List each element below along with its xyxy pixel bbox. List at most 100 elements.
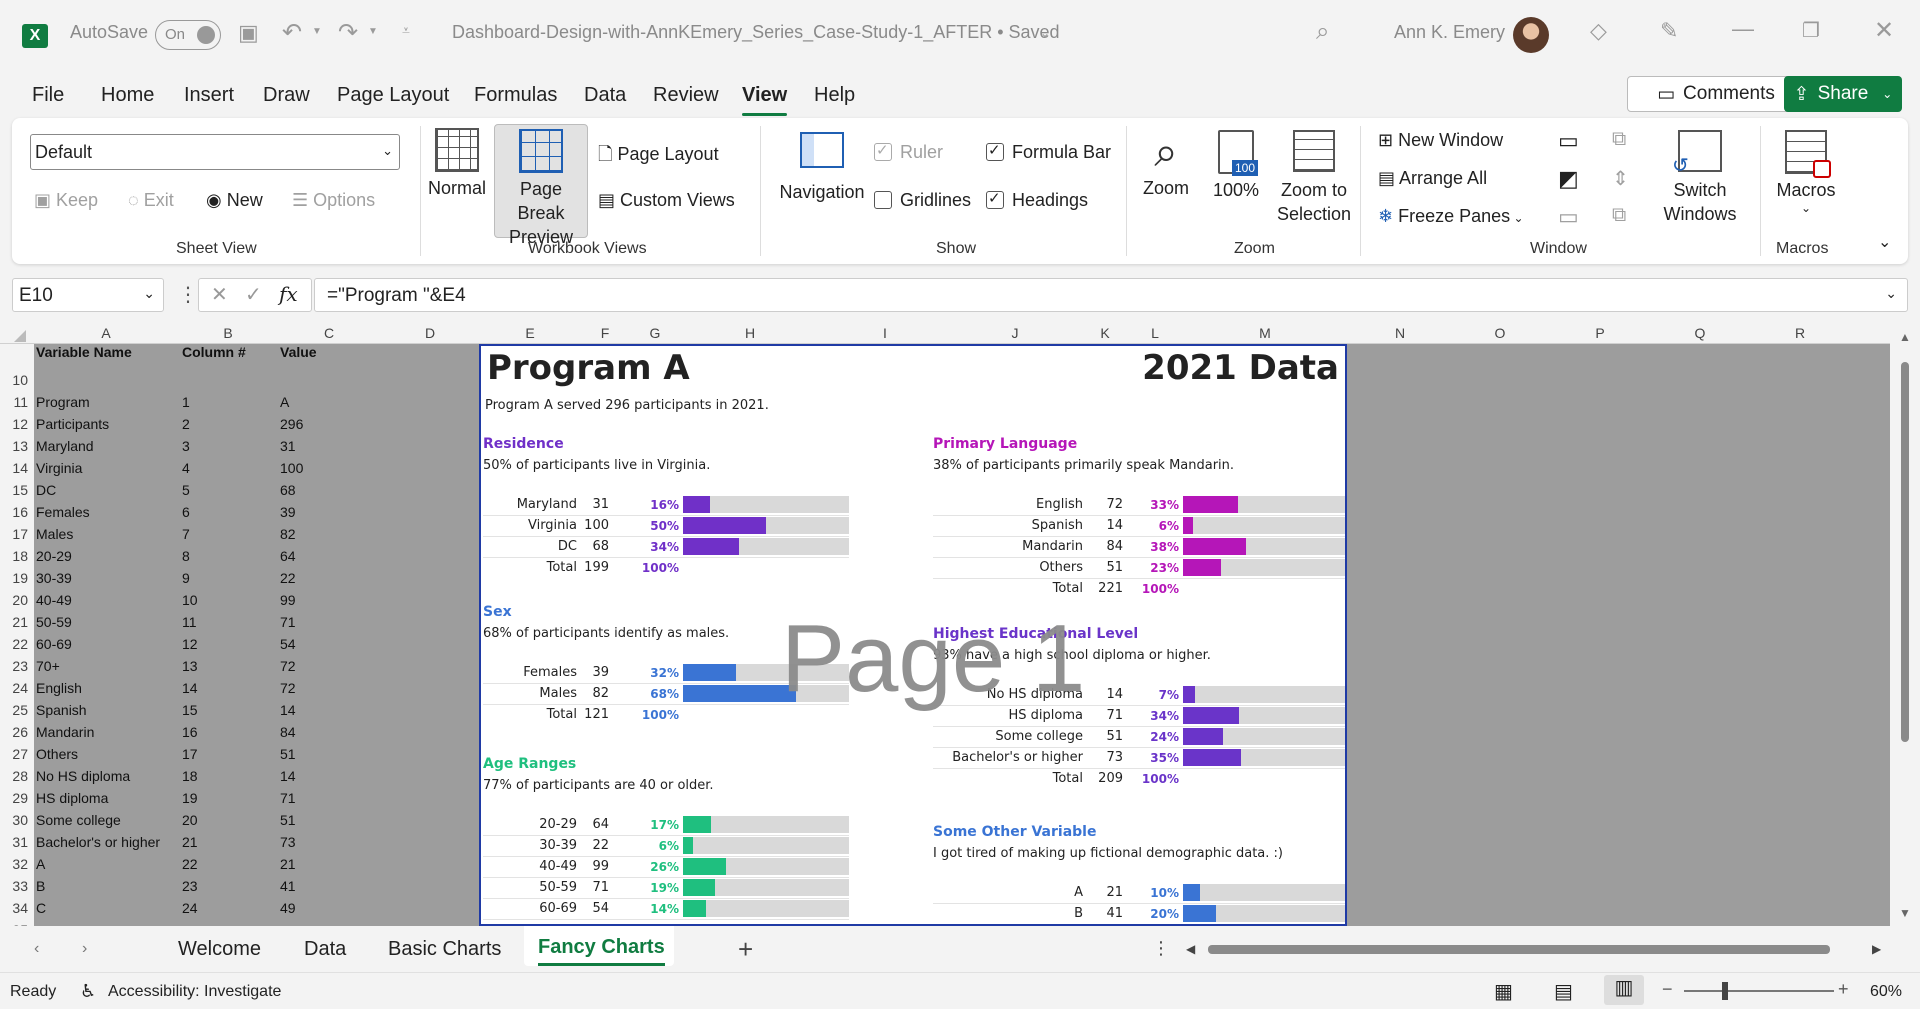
- table-cell[interactable]: 296: [280, 416, 303, 432]
- table-cell[interactable]: Program: [36, 394, 90, 410]
- table-cell[interactable]: 22: [182, 856, 198, 872]
- table-cell[interactable]: 5: [182, 482, 190, 498]
- accessibility-icon[interactable]: ♿: [80, 981, 96, 1002]
- zoom-slider[interactable]: [1684, 982, 1834, 1000]
- table-cell[interactable]: DC: [36, 482, 56, 498]
- cancel-icon[interactable]: ✕: [211, 282, 228, 307]
- minimize-icon[interactable]: —: [1732, 16, 1754, 42]
- navigation-button[interactable]: Navigation: [772, 130, 872, 226]
- table-cell[interactable]: Spanish: [36, 702, 87, 718]
- table-cell[interactable]: Bachelor's or higher: [36, 834, 160, 850]
- column-header[interactable]: R: [1750, 325, 1850, 341]
- table-cell[interactable]: Females: [36, 504, 90, 520]
- row-header[interactable]: 21: [0, 614, 28, 630]
- add-sheet-icon[interactable]: +: [738, 934, 753, 965]
- row-header[interactable]: 15: [0, 482, 28, 498]
- new-sheet-view-button[interactable]: ◉ New: [206, 190, 263, 211]
- table-cell[interactable]: 71: [280, 790, 296, 806]
- row-header[interactable]: 16: [0, 504, 28, 520]
- table-cell[interactable]: Mandarin: [36, 724, 94, 740]
- collapse-ribbon-icon[interactable]: ⌄: [1878, 232, 1891, 252]
- table-cell[interactable]: 21: [280, 856, 296, 872]
- menu-draw[interactable]: Draw: [263, 84, 310, 107]
- horizontal-scroll-thumb[interactable]: [1208, 945, 1830, 954]
- redo-icon[interactable]: ↷: [338, 18, 358, 47]
- menu-data[interactable]: Data: [584, 84, 626, 107]
- row-header[interactable]: 30: [0, 812, 28, 828]
- zoom-100-button[interactable]: 100 100%: [1208, 126, 1264, 226]
- column-header[interactable]: I: [820, 325, 950, 341]
- tab-data[interactable]: Data: [304, 938, 346, 961]
- column-header[interactable]: B: [178, 325, 278, 341]
- table-cell[interactable]: 49: [280, 900, 296, 916]
- row-header[interactable]: 32: [0, 856, 28, 872]
- select-all-corner[interactable]: [14, 330, 26, 342]
- zoom-in-icon[interactable]: +: [1838, 979, 1849, 1000]
- more-options-icon[interactable]: ⋮: [178, 282, 198, 307]
- split-icon[interactable]: ▭: [1558, 128, 1579, 154]
- column-header[interactable]: G: [630, 325, 680, 341]
- column-header[interactable]: M: [1180, 325, 1350, 341]
- table-cell[interactable]: 8: [182, 548, 190, 564]
- pen-icon[interactable]: ✎: [1660, 18, 1678, 44]
- zoom-level[interactable]: 60%: [1870, 983, 1902, 1001]
- normal-button[interactable]: Normal: [426, 126, 488, 234]
- table-cell[interactable]: 70+: [36, 658, 60, 674]
- page-layout-view-icon[interactable]: ▤: [1554, 979, 1573, 1004]
- column-header[interactable]: H: [680, 325, 820, 341]
- table-cell[interactable]: 21: [182, 834, 198, 850]
- freeze-panes-button[interactable]: ❄ Freeze Panes ⌄: [1378, 206, 1524, 227]
- new-window-button[interactable]: ⊞ New Window: [1378, 130, 1503, 151]
- customize-toolbar-icon[interactable]: ⩡: [402, 22, 410, 39]
- search-icon[interactable]: ⌕: [1316, 18, 1329, 46]
- tab-scroll-left-icon[interactable]: ‹: [34, 940, 39, 958]
- header-variable-name[interactable]: Variable Name: [36, 344, 132, 360]
- table-cell[interactable]: Males: [36, 526, 73, 542]
- row-header[interactable]: 11: [0, 394, 28, 410]
- table-cell[interactable]: 54: [280, 636, 296, 652]
- table-cell[interactable]: 50-59: [36, 614, 72, 630]
- column-header[interactable]: C: [278, 325, 380, 341]
- premium-diamond-icon[interactable]: ◇: [1590, 18, 1607, 44]
- table-cell[interactable]: English: [36, 680, 82, 696]
- column-header[interactable]: Q: [1650, 325, 1750, 341]
- arrange-all-button[interactable]: ▤ Arrange All: [1378, 168, 1487, 189]
- reset-window-position-icon[interactable]: ⧉: [1612, 204, 1626, 227]
- file-name[interactable]: Dashboard-Design-with-AnnKEmery_Series_C…: [452, 22, 1060, 43]
- row-header[interactable]: 10: [0, 372, 28, 388]
- column-header[interactable]: E: [480, 325, 580, 341]
- options-button[interactable]: ☰ Options: [292, 190, 375, 211]
- table-cell[interactable]: 14: [182, 680, 198, 696]
- sheet-view-select[interactable]: Default ⌄: [30, 134, 400, 170]
- row-header[interactable]: 34: [0, 900, 28, 916]
- page-layout-button[interactable]: 🗋 Page Layout: [598, 142, 719, 172]
- table-cell[interactable]: Others: [36, 746, 78, 762]
- redo-dropdown-icon[interactable]: ▼: [368, 26, 378, 37]
- column-header[interactable]: K: [1080, 325, 1130, 341]
- table-cell[interactable]: 72: [280, 658, 296, 674]
- column-header[interactable]: N: [1350, 325, 1450, 341]
- table-cell[interactable]: 13: [182, 658, 198, 674]
- table-cell[interactable]: HS diploma: [36, 790, 108, 806]
- row-header[interactable]: 14: [0, 460, 28, 476]
- row-header[interactable]: 22: [0, 636, 28, 652]
- formula-input[interactable]: ="Program "&E4 ⌄: [314, 278, 1908, 312]
- vertical-scrollbar[interactable]: ▲ ▼: [1890, 322, 1920, 926]
- table-cell[interactable]: 14: [280, 768, 296, 784]
- row-header[interactable]: 12: [0, 416, 28, 432]
- accessibility-status[interactable]: Accessibility: Investigate: [108, 983, 281, 1001]
- table-cell[interactable]: 39: [280, 504, 296, 520]
- table-cell[interactable]: 24: [182, 900, 198, 916]
- tab-scroll-right-icon[interactable]: ›: [82, 940, 87, 958]
- menu-home[interactable]: Home: [101, 84, 154, 107]
- header-column-number[interactable]: Column #: [182, 344, 246, 360]
- table-cell[interactable]: A: [280, 394, 289, 410]
- table-cell[interactable]: Virginia: [36, 460, 82, 476]
- table-cell[interactable]: 19: [182, 790, 198, 806]
- unhide-icon[interactable]: ▭: [1558, 204, 1579, 230]
- table-cell[interactable]: 68: [280, 482, 296, 498]
- table-cell[interactable]: C: [36, 900, 46, 916]
- table-cell[interactable]: 14: [280, 702, 296, 718]
- menu-help[interactable]: Help: [814, 84, 855, 107]
- table-cell[interactable]: Participants: [36, 416, 109, 432]
